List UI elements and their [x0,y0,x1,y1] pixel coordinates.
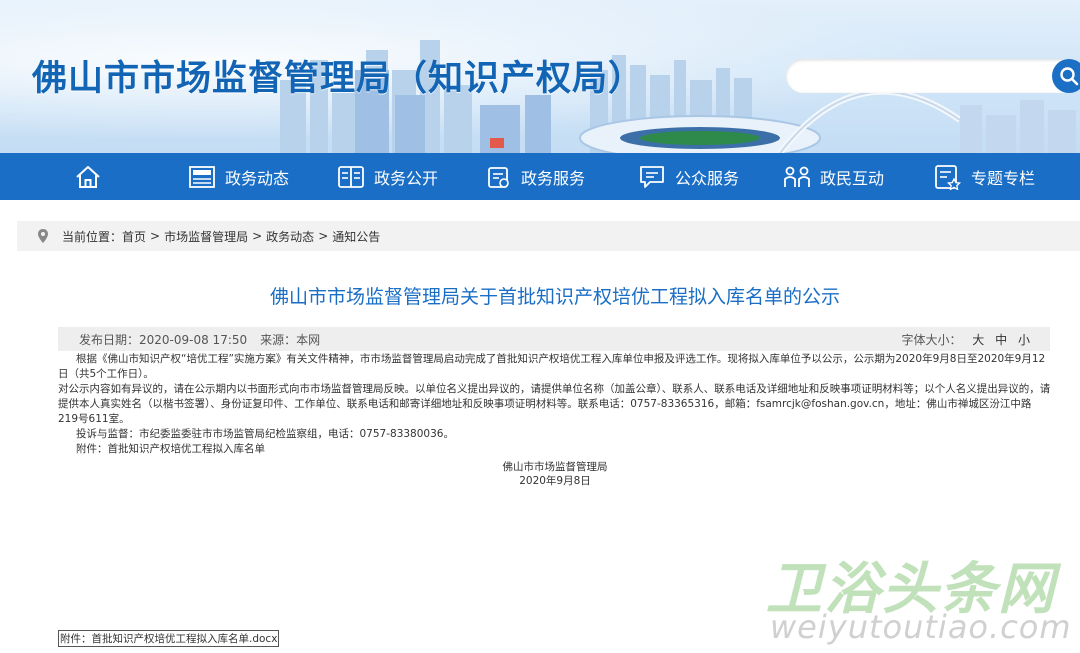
site-title: 佛山市市场监督管理局（知识产权局） [32,59,645,99]
breadcrumb-separator: > [150,229,161,243]
breadcrumb-separator: > [252,229,263,243]
nav-item-interaction[interactable]: 政民互动 [784,153,884,200]
article-source: 来源：本网 [260,332,321,347]
breadcrumb-item-bureau[interactable]: 市场监督管理局 [164,228,248,245]
nav-item-public-service[interactable]: 公众服务 [639,153,739,200]
nav-label: 政务动态 [225,168,290,188]
signature-org: 佛山市市场监督管理局 [502,461,608,473]
book-icon [338,165,364,188]
nav-item-gov-news[interactable]: 政务动态 [189,153,289,200]
location-pin-icon [38,229,48,243]
search-icon [1060,67,1079,86]
people-icon [784,166,810,187]
search-button[interactable] [1052,59,1080,93]
font-size-large-button[interactable]: 大 [972,333,984,347]
breadcrumb-prefix: 当前位置： [62,229,123,244]
font-size-medium-button[interactable]: 中 [995,333,1007,347]
breadcrumb: 当前位置： 首页 > 市场监督管理局 > 政务动态 > 通知公告 [17,221,1080,251]
search-input[interactable] [786,59,1064,93]
header-banner: 佛山市市场监督管理局（知识产权局） [0,0,1080,153]
article-paragraph: 附件：首批知识产权培优工程拟入库名单 [76,443,265,455]
article-title: 佛山市市场监督管理局关于首批知识产权培优工程拟入库名单的公示 [269,286,840,308]
font-size-small-button[interactable]: 小 [1018,333,1030,347]
breadcrumb-item-gov-news[interactable]: 政务动态 [266,228,314,245]
font-size-control: 字体大小： 大 中 小 [901,331,1030,348]
nav-label: 公众服务 [675,168,740,188]
nav-label: 政务公开 [374,168,439,188]
watermark-en: weiyutoutiao.com [770,608,1072,646]
nav-item-gov-open[interactable]: 政务公开 [338,153,438,200]
main-nav: 政务动态 政务公开 政务服务 公众服务 政民互动 专题专栏 [0,153,1080,200]
breadcrumb-separator: > [318,229,329,243]
article-body: 根据《佛山市知识产权“培优工程”实施方案》有关文件精神，市市场监督管理局启动完成… [58,352,1051,457]
service-icon [488,166,509,188]
article-paragraph: 投诉与监督：市纪委监委驻市市场监管局纪检监察组，电话：0757-83380036… [76,428,454,440]
news-icon [189,165,215,188]
search-box [786,59,1071,93]
breadcrumb-item-home[interactable]: 首页 [122,228,146,245]
nav-label: 政民互动 [820,168,885,188]
breadcrumb-item-notices[interactable]: 通知公告 [332,228,380,245]
font-size-label: 字体大小： [901,332,962,347]
article-paragraph: 对公示内容如有异议的，请在公示期内以书面形式向市市场监督管理局反映。以单位名义提… [58,383,1051,425]
nav-item-topics[interactable]: 专题专栏 [935,153,1035,200]
signature-date: 2020年9月8日 [519,475,591,487]
article-meta-bar: 发布日期：2020-09-08 17:50 来源：本网 字体大小： 大 中 小 [58,327,1050,351]
nav-home[interactable] [75,153,111,200]
attachment-link[interactable]: 附件：首批知识产权培优工程拟入库名单.docx [58,630,280,647]
topic-icon [935,164,961,190]
nav-item-gov-service[interactable]: 政务服务 [487,153,585,200]
nav-label: 专题专栏 [971,168,1036,188]
message-icon [640,165,664,188]
publish-date: 发布日期：2020-09-08 17:50 [79,332,248,347]
article-paragraph: 根据《佛山市知识产权“培优工程”实施方案》有关文件精神，市市场监督管理局启动完成… [58,353,1046,380]
nav-label: 政务服务 [521,168,586,188]
home-icon [76,165,100,188]
